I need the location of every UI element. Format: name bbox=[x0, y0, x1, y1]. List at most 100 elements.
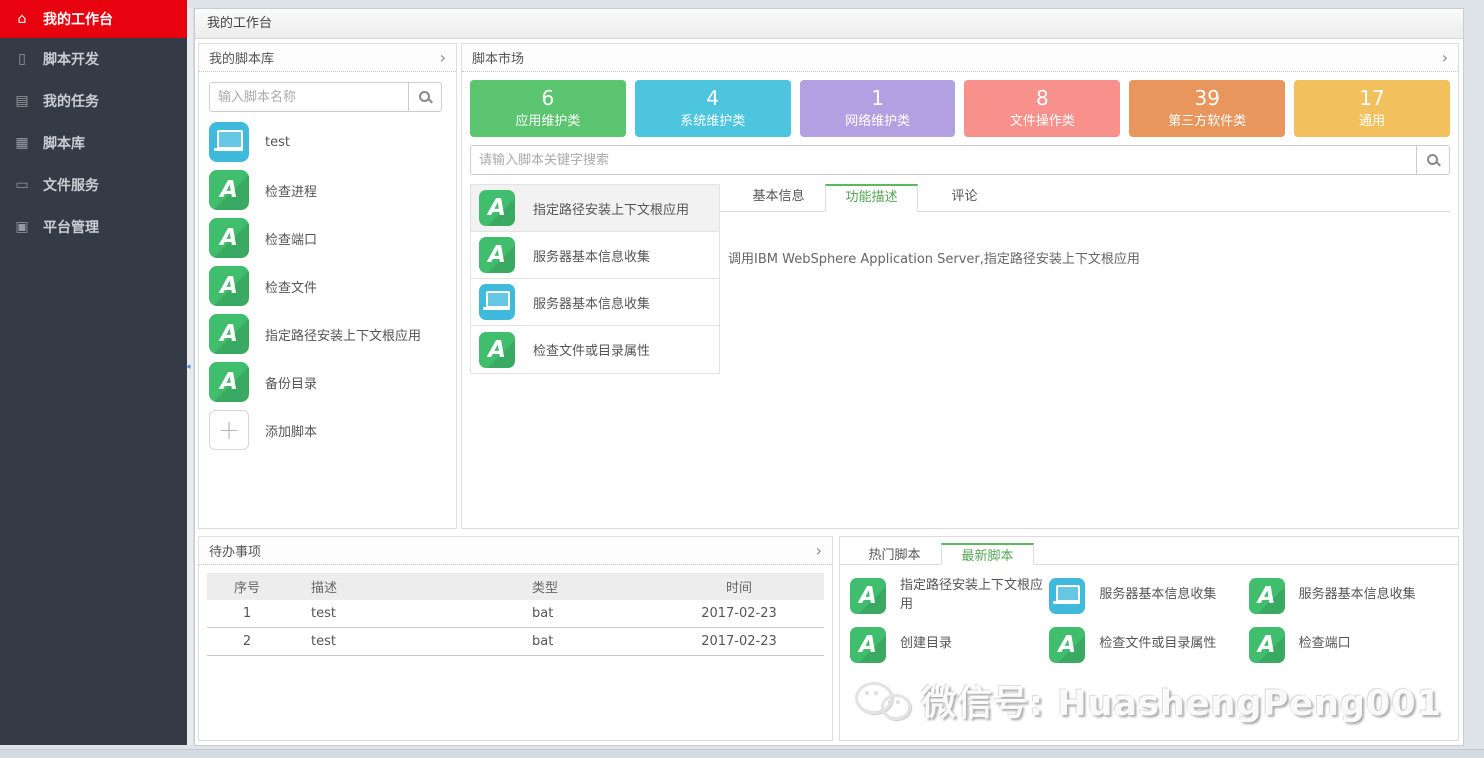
laptop-icon bbox=[479, 284, 515, 320]
category-label: 网络维护类 bbox=[800, 110, 956, 129]
my-script-label: 检查端口 bbox=[265, 229, 317, 248]
page-title: 我的工作台 bbox=[195, 9, 1463, 39]
cell-index: 2 bbox=[207, 634, 287, 649]
category-tile[interactable]: 1 网络维护类 bbox=[800, 80, 956, 137]
plus-icon bbox=[209, 410, 249, 450]
sidebar-item[interactable]: 脚本库 bbox=[0, 122, 187, 164]
my-script-label: 备份目录 bbox=[265, 373, 317, 392]
category-label: 应用维护类 bbox=[470, 110, 626, 129]
my-scripts-search-button[interactable] bbox=[408, 82, 442, 112]
my-script-item[interactable]: 指定路径安装上下文根应用 bbox=[209, 310, 442, 358]
market-search-button[interactable] bbox=[1416, 145, 1450, 175]
hot-script-item[interactable]: 检查文件或目录属性 bbox=[1049, 627, 1248, 663]
sidebar-item[interactable]: 文件服务 bbox=[0, 164, 187, 206]
app-icon bbox=[209, 314, 249, 354]
category-label: 文件操作类 bbox=[964, 110, 1120, 129]
category-tile[interactable]: 6 应用维护类 bbox=[470, 80, 626, 137]
app-icon bbox=[209, 218, 249, 258]
market-script-list: 指定路径安装上下文根应用 服务器基本信息收集 服务器基本信息收集 检查文件或目录… bbox=[470, 184, 720, 374]
sidebar-item-label: 我的工作台 bbox=[43, 9, 113, 29]
category-tile[interactable]: 17 通用 bbox=[1294, 80, 1450, 137]
files-icon bbox=[14, 177, 30, 193]
table-header: 序号 描述 类型 时间 bbox=[207, 573, 824, 600]
market-script-item[interactable]: 检查文件或目录属性 bbox=[471, 326, 719, 373]
my-script-label: 指定路径安装上下文根应用 bbox=[265, 325, 421, 344]
cell-description: test bbox=[287, 634, 504, 649]
app-icon bbox=[479, 190, 515, 226]
table-row: 1 test bat 2017-02-23 bbox=[207, 600, 824, 628]
hot-script-item[interactable]: 服务器基本信息收集 bbox=[1049, 577, 1248, 615]
category-count: 39 bbox=[1129, 87, 1285, 110]
tasks-icon bbox=[14, 93, 30, 109]
search-icon bbox=[418, 90, 433, 105]
category-tile[interactable]: 8 文件操作类 bbox=[964, 80, 1120, 137]
chevron-right-icon[interactable] bbox=[816, 543, 822, 559]
category-tile[interactable]: 4 系统维护类 bbox=[635, 80, 791, 137]
app-icon bbox=[479, 332, 515, 368]
category-tile[interactable]: 39 第三方软件类 bbox=[1129, 80, 1285, 137]
detail-tab[interactable]: 功能描述 bbox=[825, 184, 918, 212]
category-label: 系统维护类 bbox=[635, 110, 791, 129]
hot-tab[interactable]: 最新脚本 bbox=[941, 543, 1034, 565]
app-icon bbox=[1249, 627, 1285, 663]
my-scripts-search-input[interactable] bbox=[209, 82, 408, 112]
hot-script-label: 检查文件或目录属性 bbox=[1099, 635, 1216, 654]
hot-script-item[interactable]: 检查端口 bbox=[1249, 627, 1448, 663]
my-script-item[interactable]: 检查端口 bbox=[209, 214, 442, 262]
my-script-label: 检查文件 bbox=[265, 277, 317, 296]
my-script-item[interactable]: 检查进程 bbox=[209, 166, 442, 214]
hot-script-item[interactable]: 创建目录 bbox=[850, 627, 1049, 663]
app-icon bbox=[1049, 627, 1085, 663]
script-description: 调用IBM WebSphere Application Server,指定路径安… bbox=[720, 212, 1450, 267]
sidebar-item[interactable]: 脚本开发 bbox=[0, 38, 187, 80]
my-scripts-title: 我的脚本库 bbox=[209, 48, 274, 67]
market-title: 脚本市场 bbox=[472, 48, 524, 67]
category-count: 4 bbox=[635, 87, 791, 110]
my-script-item[interactable]: 备份目录 bbox=[209, 358, 442, 406]
my-script-item[interactable]: test bbox=[209, 118, 442, 166]
sidebar-item[interactable]: 平台管理 bbox=[0, 206, 187, 248]
hot-script-label: 创建目录 bbox=[900, 635, 952, 654]
category-label: 第三方软件类 bbox=[1129, 110, 1285, 129]
sidebar-item[interactable]: 我的工作台 bbox=[0, 0, 187, 38]
my-script-item[interactable]: 添加脚本 bbox=[209, 406, 442, 454]
chevron-right-icon[interactable] bbox=[1442, 50, 1448, 66]
hot-script-label: 服务器基本信息收集 bbox=[1299, 586, 1416, 605]
sidebar-item-label: 脚本库 bbox=[43, 133, 85, 153]
sidebar-item-label: 文件服务 bbox=[43, 175, 99, 195]
cell-description: test bbox=[287, 606, 504, 621]
market-script-item[interactable]: 指定路径安装上下文根应用 bbox=[471, 185, 719, 232]
my-script-item[interactable]: 检查文件 bbox=[209, 262, 442, 310]
app-icon bbox=[209, 170, 249, 210]
market-script-item[interactable]: 服务器基本信息收集 bbox=[471, 232, 719, 279]
hot-script-item[interactable]: 服务器基本信息收集 bbox=[1249, 577, 1448, 615]
hot-scripts-panel: 热门脚本 最新脚本 指定路径安装上下文根应用 服务器基本信息收集 服务器基本信息… bbox=[839, 536, 1459, 741]
category-count: 6 bbox=[470, 87, 626, 110]
cell-time: 2017-02-23 bbox=[654, 606, 824, 621]
sidebar-collapse-handle[interactable] bbox=[187, 8, 194, 745]
market-script-detail: 基本信息 功能描述 评论 调用IBM WebSphere Application… bbox=[720, 184, 1450, 374]
sidebar: 我的工作台 脚本开发 我的任务 脚本库 文件服务 平台管理 bbox=[0, 0, 187, 745]
app-icon bbox=[850, 578, 886, 614]
detail-tab[interactable]: 基本信息 bbox=[732, 184, 825, 212]
category-count: 8 bbox=[964, 87, 1120, 110]
cell-time: 2017-02-23 bbox=[654, 634, 824, 649]
hot-tab[interactable]: 热门脚本 bbox=[848, 543, 941, 565]
market-script-item[interactable]: 服务器基本信息收集 bbox=[471, 279, 719, 326]
script-market-panel: 脚本市场 6 应用维护类 4 系统维护类 1 网络维护类 8 文件操作类 39 … bbox=[461, 43, 1459, 529]
sidebar-item-label: 平台管理 bbox=[43, 217, 99, 237]
hot-script-item[interactable]: 指定路径安装上下文根应用 bbox=[850, 577, 1049, 615]
my-scripts-panel: 我的脚本库 test 检查进程 检查端口 检查文件 指定路径安装上下文根应用 bbox=[198, 43, 457, 529]
detail-tab[interactable]: 评论 bbox=[918, 184, 1011, 212]
app-icon bbox=[479, 237, 515, 273]
cell-index: 1 bbox=[207, 606, 287, 621]
chevron-right-icon[interactable] bbox=[440, 50, 446, 66]
horizontal-scrollbar[interactable] bbox=[0, 749, 1484, 758]
sidebar-item-label: 脚本开发 bbox=[43, 49, 99, 69]
market-search-input[interactable] bbox=[470, 145, 1416, 175]
search-icon bbox=[1426, 153, 1441, 168]
sidebar-item[interactable]: 我的任务 bbox=[0, 80, 187, 122]
hot-script-label: 指定路径安装上下文根应用 bbox=[900, 577, 1049, 615]
category-count: 17 bbox=[1294, 87, 1450, 110]
todo-panel: 待办事项 序号 描述 类型 时间 1 test bat 2017-02-23 2… bbox=[198, 536, 833, 741]
